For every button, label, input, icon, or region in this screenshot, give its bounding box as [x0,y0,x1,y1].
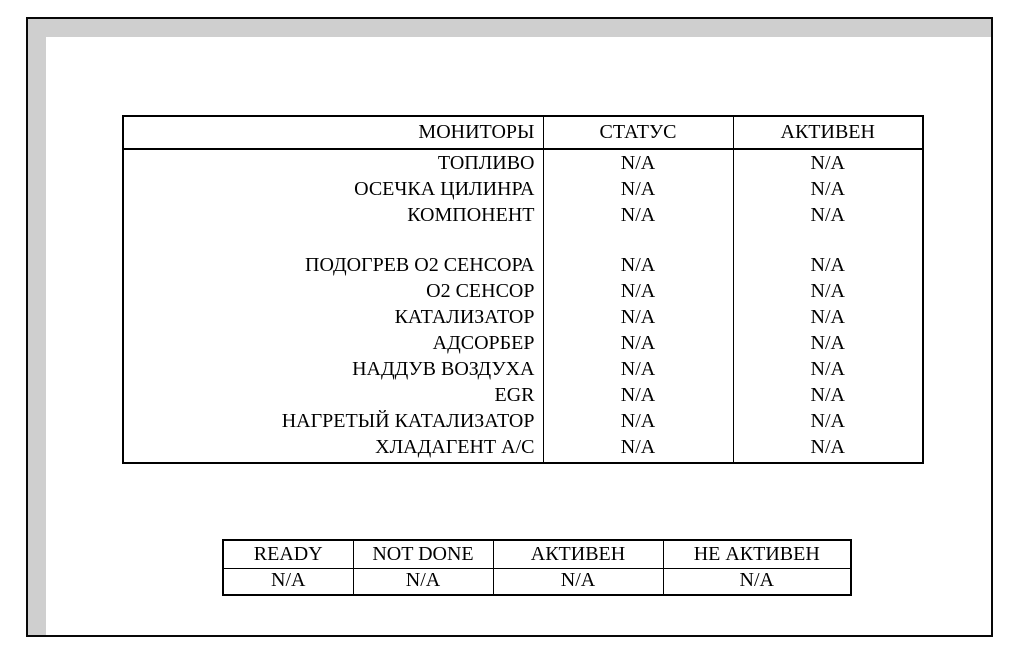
summary-header-not-done: NOT DONE [353,540,493,569]
monitors-table: МОНИТОРЫ СТАТУС АКТИВЕН ТОПЛИВО N/A N/A … [122,115,924,464]
monitors-header-active: АКТИВЕН [733,116,923,149]
monitors-header-row: МОНИТОРЫ СТАТУС АКТИВЕН [123,116,923,149]
monitor-name: EGR [123,382,543,408]
summary-header-inactive: НЕ АКТИВЕН [663,540,851,569]
monitor-active: N/A [733,176,923,202]
monitor-active: N/A [733,330,923,356]
monitor-name: НАГРЕТЫЙ КАТАЛИЗАТОР [123,408,543,434]
monitor-status: N/A [543,434,733,463]
summary-value-not-done: N/A [353,569,493,596]
monitor-active: N/A [733,408,923,434]
table-row: ОСЕЧКА ЦИЛИНРА N/A N/A [123,176,923,202]
monitors-header-name: МОНИТОРЫ [123,116,543,149]
monitor-name: ПОДОГРЕВ О2 СЕНСОРА [123,252,543,278]
monitor-status: N/A [543,149,733,176]
table-row: ТОПЛИВО N/A N/A [123,149,923,176]
monitor-active: N/A [733,149,923,176]
table-row: КАТАЛИЗАТОР N/A N/A [123,304,923,330]
summary-value-active: N/A [493,569,663,596]
monitor-status: N/A [543,356,733,382]
table-row: КОМПОНЕНТ N/A N/A [123,202,923,228]
monitor-status: N/A [543,252,733,278]
monitor-active: N/A [733,304,923,330]
monitor-name: АДСОРБЕР [123,330,543,356]
table-spacer-row [123,228,923,252]
table-row: ПОДОГРЕВ О2 СЕНСОРА N/A N/A [123,252,923,278]
monitor-active: N/A [733,434,923,463]
spacer-cell [123,228,543,252]
summary-header-active: АКТИВЕН [493,540,663,569]
summary-value-inactive: N/A [663,569,851,596]
monitor-name: КАТАЛИЗАТОР [123,304,543,330]
monitor-status: N/A [543,278,733,304]
table-row: ХЛАДАГЕНТ А/С N/A N/A [123,434,923,463]
monitor-active: N/A [733,252,923,278]
monitor-name: ХЛАДАГЕНТ А/С [123,434,543,463]
monitor-status: N/A [543,304,733,330]
summary-header-row: READY NOT DONE АКТИВЕН НЕ АКТИВЕН [223,540,851,569]
monitor-status: N/A [543,176,733,202]
summary-header-ready: READY [223,540,353,569]
monitor-status: N/A [543,202,733,228]
table-row: О2 СЕНСОР N/A N/A [123,278,923,304]
table-row: НАГРЕТЫЙ КАТАЛИЗАТОР N/A N/A [123,408,923,434]
table-row: НАДДУВ ВОЗДУХА N/A N/A [123,356,923,382]
monitor-name: НАДДУВ ВОЗДУХА [123,356,543,382]
monitor-active: N/A [733,202,923,228]
monitor-status: N/A [543,382,733,408]
summary-table: READY NOT DONE АКТИВЕН НЕ АКТИВЕН N/A N/… [222,539,852,596]
monitor-name: ТОПЛИВО [123,149,543,176]
monitor-status: N/A [543,408,733,434]
monitor-active: N/A [733,278,923,304]
monitor-name: КОМПОНЕНТ [123,202,543,228]
spacer-cell [733,228,923,252]
window-frame: МОНИТОРЫ СТАТУС АКТИВЕН ТОПЛИВО N/A N/A … [26,17,993,637]
spacer-cell [543,228,733,252]
summary-value-row: N/A N/A N/A N/A [223,569,851,596]
monitor-active: N/A [733,356,923,382]
client-area: МОНИТОРЫ СТАТУС АКТИВЕН ТОПЛИВО N/A N/A … [46,37,991,635]
table-row: АДСОРБЕР N/A N/A [123,330,923,356]
monitor-name: ОСЕЧКА ЦИЛИНРА [123,176,543,202]
monitor-active: N/A [733,382,923,408]
monitors-header-status: СТАТУС [543,116,733,149]
monitor-status: N/A [543,330,733,356]
table-row: EGR N/A N/A [123,382,923,408]
summary-value-ready: N/A [223,569,353,596]
monitor-name: О2 СЕНСОР [123,278,543,304]
